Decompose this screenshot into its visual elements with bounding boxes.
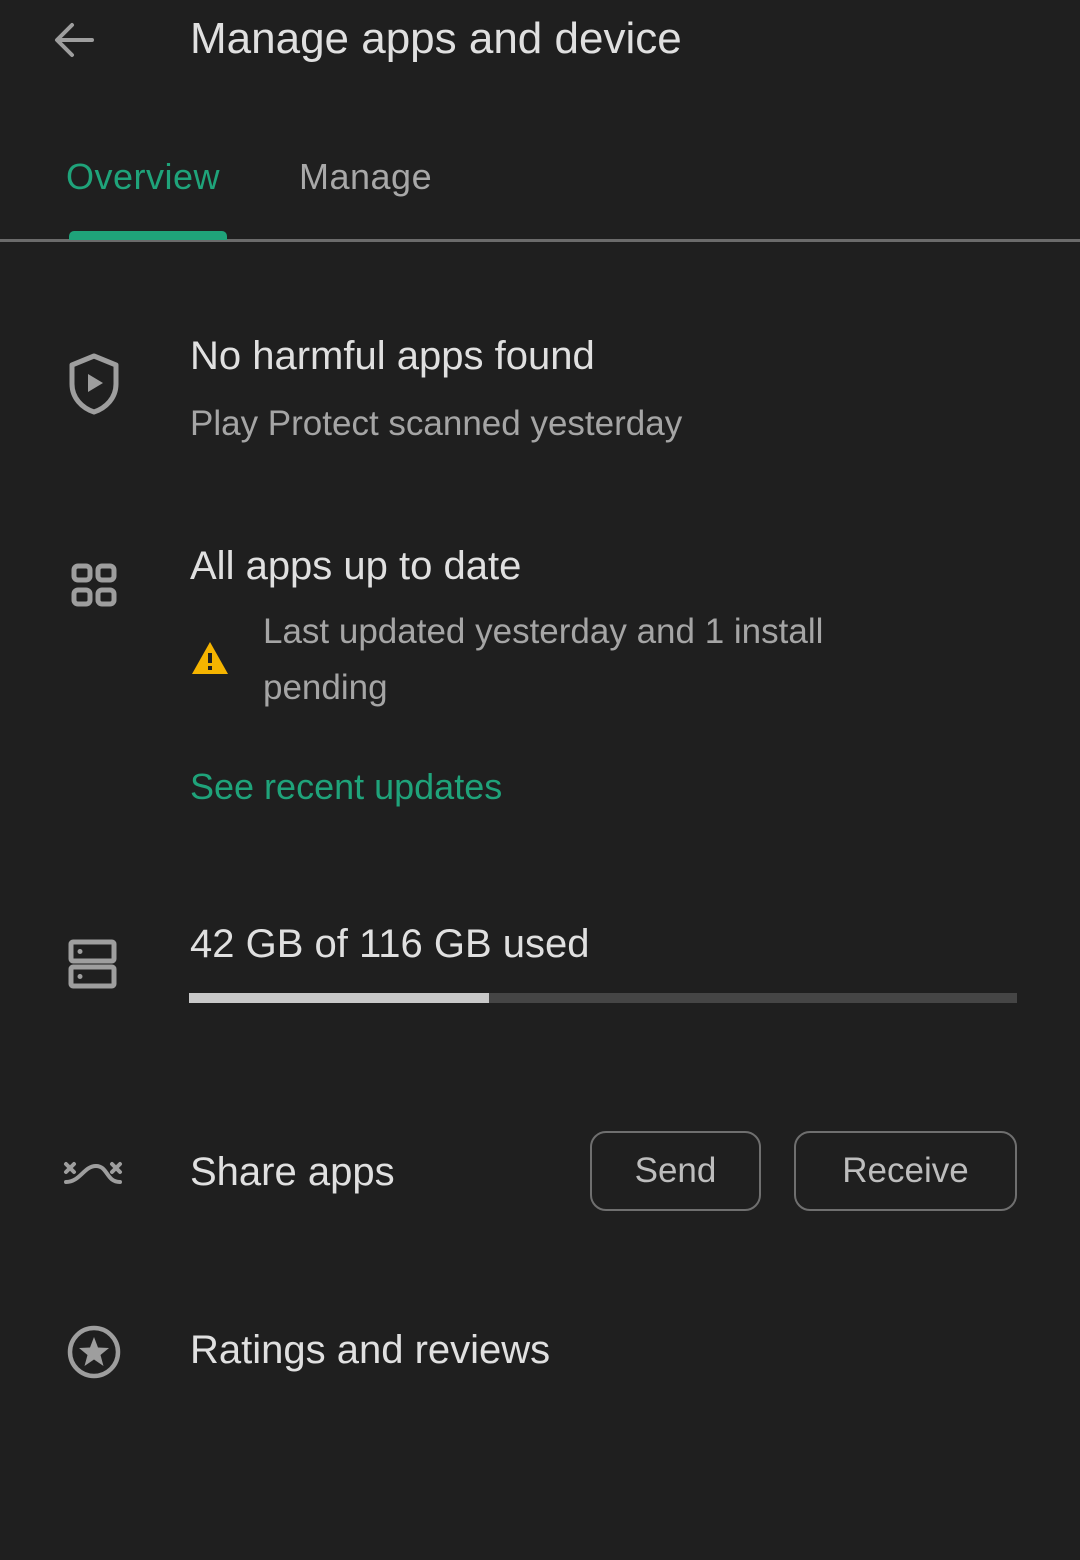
receive-button[interactable]: Receive (794, 1131, 1017, 1211)
page-title: Manage apps and device (190, 14, 682, 63)
tab-overview[interactable]: Overview (66, 156, 220, 198)
send-button[interactable]: Send (590, 1131, 761, 1211)
storage-progress-bar (189, 993, 1017, 1003)
protect-subtitle: Play Protect scanned yesterday (190, 404, 683, 443)
storage-icon (68, 939, 117, 989)
tab-manage[interactable]: Manage (299, 156, 432, 198)
share-apps-row[interactable]: Share apps (0, 1130, 560, 1220)
storage-row[interactable]: 42 GB of 116 GB used (0, 900, 1080, 1030)
shield-play-icon (69, 353, 119, 415)
back-button[interactable] (50, 16, 98, 64)
arrow-left-icon (55, 23, 94, 57)
storage-label: 42 GB of 116 GB used (190, 922, 590, 966)
updates-warning-line2: pending (263, 668, 388, 707)
ratings-label: Ratings and reviews (190, 1328, 551, 1372)
active-tab-indicator (69, 231, 227, 240)
apps-grid-icon (71, 563, 117, 607)
see-recent-updates-link[interactable]: See recent updates (190, 766, 502, 808)
ratings-row[interactable]: Ratings and reviews (0, 1310, 1080, 1400)
updates-warning-line1: Last updated yesterday and 1 install (263, 612, 824, 651)
updates-row[interactable]: All apps up to date Last updated yesterd… (0, 530, 1080, 720)
share-apps-label: Share apps (190, 1150, 395, 1194)
warning-triangle-icon (192, 642, 228, 674)
play-protect-row[interactable]: No harmful apps found Play Protect scann… (0, 320, 1080, 470)
updates-title: All apps up to date (190, 544, 522, 588)
storage-progress-fill (189, 993, 489, 1003)
star-circle-icon (67, 1325, 121, 1379)
protect-title: No harmful apps found (190, 334, 595, 378)
share-apps-icon (64, 1162, 122, 1184)
